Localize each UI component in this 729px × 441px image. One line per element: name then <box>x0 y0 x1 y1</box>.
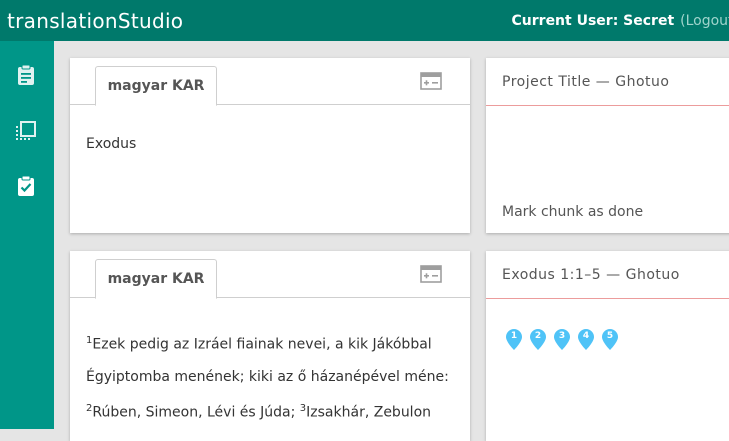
panel-title: Project Title — Ghotuo <box>502 74 670 90</box>
title-divider <box>486 105 729 106</box>
verse-marker-number: 3 <box>558 331 566 341</box>
verse-line: 2Rúben, Simeon, Lévi és Júda; 3Izsakhár,… <box>86 393 466 429</box>
select-frame-icon[interactable] <box>15 120 37 142</box>
verse-marker-number: 5 <box>606 331 614 341</box>
sidebar <box>0 41 54 429</box>
title-divider <box>486 298 729 299</box>
app-title: translationStudio <box>7 9 184 33</box>
add-resource-icon[interactable] <box>420 72 442 90</box>
verse-line: 1Ezek pedig az Izráel fiainak nevei, a k… <box>86 325 466 361</box>
verse-marker-number: 4 <box>582 331 590 341</box>
tab-source-language[interactable]: magyar KAR <box>95 66 217 106</box>
tab-row: magyar KAR <box>70 251 470 299</box>
verse-text: Rúben, Simeon, Lévi és Júda; <box>92 404 300 421</box>
clipboard-check-icon[interactable] <box>15 175 37 197</box>
clipboard-icon[interactable] <box>15 64 37 86</box>
user-area: Current User: Secret (Logout) <box>512 13 729 29</box>
mark-chunk-done-toggle[interactable]: Mark chunk as done <box>502 204 643 220</box>
add-resource-icon[interactable] <box>420 265 442 283</box>
verse-marker[interactable]: 1 <box>506 329 522 351</box>
panel-title: Exodus 1:1–5 — Ghotuo <box>502 267 680 283</box>
verse-marker[interactable]: 3 <box>554 329 570 351</box>
source-verses: 1Ezek pedig az Izráel fiainak nevei, a k… <box>86 325 466 428</box>
verse-marker[interactable]: 2 <box>530 329 546 351</box>
tab-source-language[interactable]: magyar KAR <box>95 259 217 299</box>
tab-row: magyar KAR <box>70 58 470 106</box>
verse-text: Égyiptomba menének; kiki az ő házanépéve… <box>86 368 449 385</box>
top-bar: translationStudio Current User: Secret (L… <box>0 0 729 41</box>
source-card-chunk: magyar KAR 1Ezek pedig az Izráel fiainak… <box>70 251 470 441</box>
verse-marker[interactable]: 4 <box>578 329 594 351</box>
verse-line: Égyiptomba menének; kiki az ő házanépéve… <box>86 361 466 393</box>
verse-text: Ezek pedig az Izráel fiainak nevei, a ki… <box>92 336 432 353</box>
target-panel-title: Project Title — Ghotuo Mark chunk as don… <box>486 58 729 233</box>
verse-marker[interactable]: 5 <box>602 329 618 351</box>
source-card-title: magyar KAR Exodus <box>70 58 470 233</box>
verse-text: Izsakhár, Zebulon <box>306 404 432 421</box>
current-user-label: Current User: Secret <box>511 13 675 29</box>
logout-link[interactable]: (Logout) <box>680 13 729 29</box>
verse-marker-number: 1 <box>510 331 518 341</box>
target-panel-chunk: Exodus 1:1–5 — Ghotuo 1 2 3 4 5 <box>486 251 729 441</box>
verse-marker-number: 2 <box>534 331 542 341</box>
book-title-text: Exodus <box>86 136 137 152</box>
